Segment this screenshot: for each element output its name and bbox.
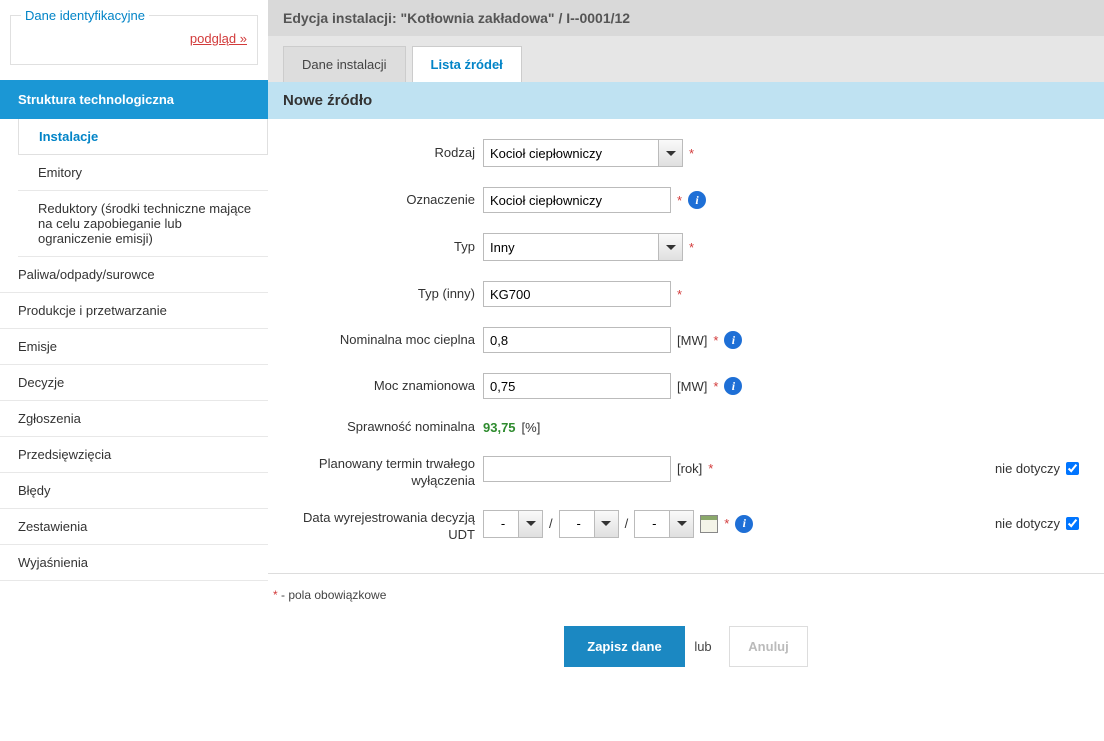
input-oznaczenie[interactable]: [483, 187, 671, 213]
label-nominalna: Nominalna moc cieplna: [293, 332, 483, 349]
label-typ: Typ: [293, 239, 483, 256]
ident-title[interactable]: Dane identyfikacyjne: [21, 8, 149, 23]
cancel-button[interactable]: Anuluj: [729, 626, 807, 667]
input-planowany[interactable]: [483, 456, 671, 482]
info-icon[interactable]: i: [735, 515, 753, 533]
sidebar-item[interactable]: Emisje: [0, 329, 268, 365]
tab-lista[interactable]: Lista źródeł: [412, 46, 522, 82]
sidebar-item[interactable]: Błędy: [0, 473, 268, 509]
input-znamionowa[interactable]: [483, 373, 671, 399]
required-mark: *: [713, 333, 718, 348]
required-mark: *: [724, 516, 729, 531]
sidebar-item[interactable]: Przedsięwzięcia: [0, 437, 268, 473]
sidebar-item-emitory[interactable]: Emitory: [18, 155, 268, 191]
preview-link[interactable]: podgląd »: [21, 31, 247, 46]
footnote: * - pola obowiązkowe: [268, 573, 1104, 616]
slash: /: [625, 516, 629, 531]
label-oznaczenie: Oznaczenie: [293, 192, 483, 209]
slash: /: [549, 516, 553, 531]
sidebar-item-reduktory[interactable]: Reduktory (środki techniczne mające na c…: [18, 191, 268, 257]
unit-mw: [MW]: [677, 379, 707, 394]
tab-dane[interactable]: Dane instalacji: [283, 46, 406, 82]
value-sprawnosc: 93,75: [483, 420, 516, 435]
select-day[interactable]: -: [483, 510, 543, 538]
sidebar-item[interactable]: Zestawienia: [0, 509, 268, 545]
sidebar: Dane identyfikacyjne podgląd » Struktura…: [0, 0, 268, 697]
nav-sub: Instalacje Emitory Reduktory (środki tec…: [0, 119, 268, 257]
actions: Zapisz dane lub Anuluj: [268, 616, 1104, 697]
select-year[interactable]: -: [634, 510, 694, 538]
form: Rodzaj Kocioł ciepłowniczy * Oznaczenie …: [268, 119, 1104, 573]
checkbox-nie-dotyczy[interactable]: [1066, 462, 1079, 475]
required-mark: *: [708, 461, 713, 476]
required-mark: *: [689, 146, 694, 161]
label-znamionowa: Moc znamionowa: [293, 378, 483, 395]
select-rodzaj[interactable]: Kocioł ciepłowniczy: [483, 139, 683, 167]
select-typ[interactable]: Inny: [483, 233, 683, 261]
main: Edycja instalacji: "Kotłownia zakładowa"…: [268, 0, 1104, 697]
nav-active-item[interactable]: Struktura technologiczna: [0, 80, 268, 119]
sidebar-item[interactable]: Wyjaśnienia: [0, 545, 268, 581]
sidebar-item[interactable]: Paliwa/odpady/surowce: [0, 257, 268, 293]
unit-rok: [rok]: [677, 461, 702, 476]
info-icon[interactable]: i: [724, 331, 742, 349]
page-title: Edycja instalacji: "Kotłownia zakładowa"…: [268, 0, 1104, 36]
required-mark: *: [713, 379, 718, 394]
calendar-icon[interactable]: [700, 515, 718, 533]
label-planowany: Planowany termin trwałego wyłączenia: [293, 456, 483, 490]
unit-pct: [%]: [522, 420, 541, 435]
info-icon[interactable]: i: [688, 191, 706, 209]
save-button[interactable]: Zapisz dane: [564, 626, 684, 667]
label-nie-dotyczy: nie dotyczy: [995, 516, 1060, 531]
checkbox-nie-dotyczy[interactable]: [1066, 517, 1079, 530]
input-typ-inny[interactable]: [483, 281, 671, 307]
sidebar-item[interactable]: Produkcje i przetwarzanie: [0, 293, 268, 329]
label-data-udt: Data wyrejestrowania decyzją UDT: [293, 510, 483, 544]
tabs: Dane instalacji Lista źródeł: [268, 36, 1104, 82]
unit-mw: [MW]: [677, 333, 707, 348]
section-title: Nowe źródło: [268, 82, 1104, 119]
label-sprawnosc: Sprawność nominalna: [293, 419, 483, 436]
label-typ-inny: Typ (inny): [293, 286, 483, 303]
label-nie-dotyczy: nie dotyczy: [995, 461, 1060, 476]
or-label: lub: [694, 639, 711, 654]
input-nominalna[interactable]: [483, 327, 671, 353]
info-icon[interactable]: i: [724, 377, 742, 395]
sidebar-item[interactable]: Zgłoszenia: [0, 401, 268, 437]
required-mark: *: [677, 287, 682, 302]
required-mark: *: [689, 240, 694, 255]
required-mark: *: [677, 193, 682, 208]
select-month[interactable]: -: [559, 510, 619, 538]
sidebar-item[interactable]: Decyzje: [0, 365, 268, 401]
label-rodzaj: Rodzaj: [293, 145, 483, 162]
sidebar-item-instalacje[interactable]: Instalacje: [18, 119, 268, 155]
ident-box: Dane identyfikacyjne podgląd »: [10, 15, 258, 65]
